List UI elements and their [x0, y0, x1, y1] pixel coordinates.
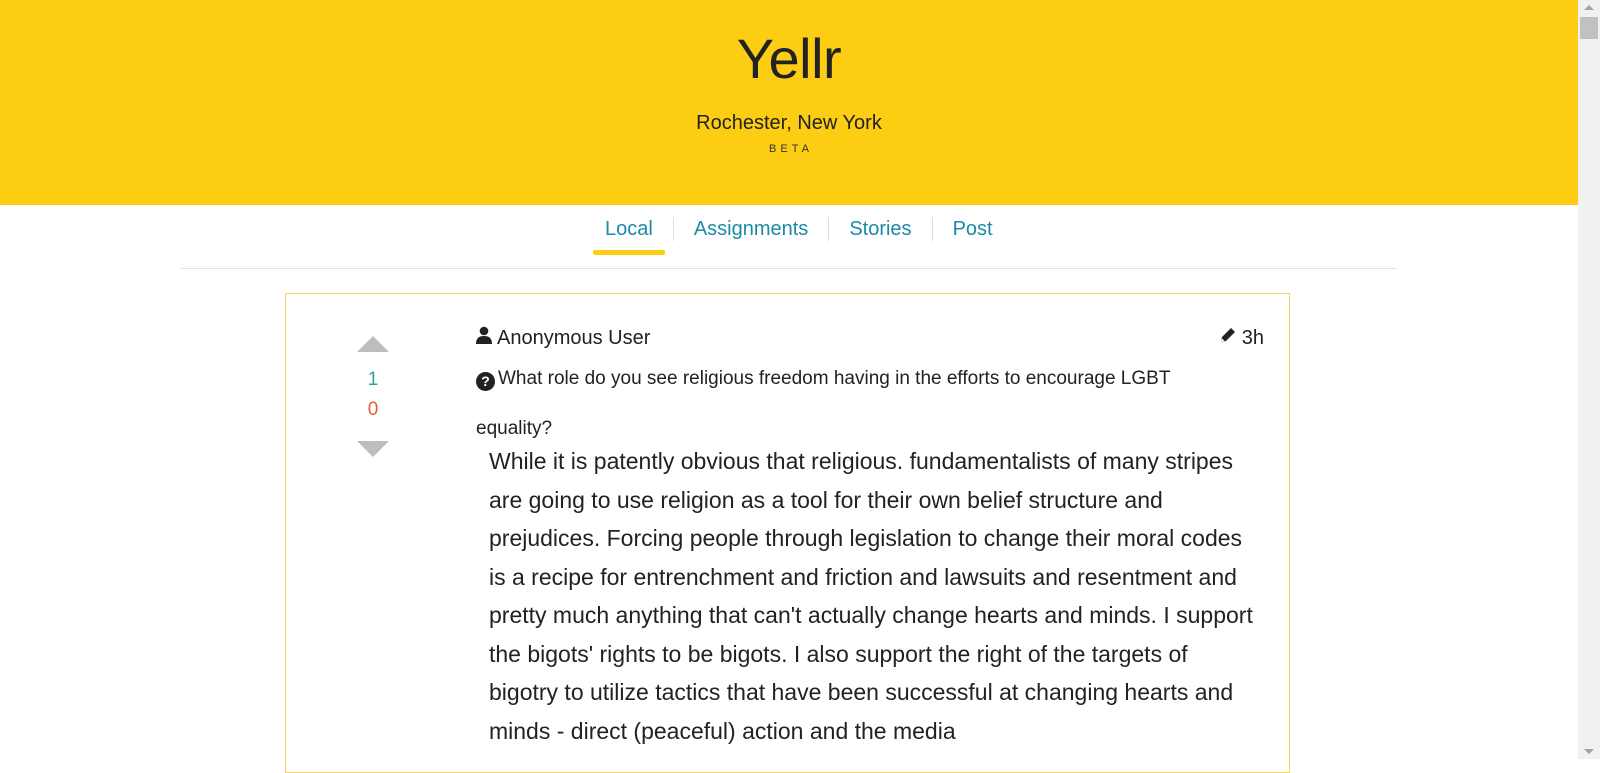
question-circle-icon: ?: [476, 372, 495, 391]
pencil-icon: [1219, 324, 1237, 352]
post-author: Anonymous User: [476, 324, 650, 352]
author-name: Anonymous User: [497, 327, 651, 349]
tab-stories[interactable]: Stories: [837, 217, 923, 241]
downvote-count: 0: [367, 399, 379, 420]
post-card: 1 0 Anonymous User 3h ? What role do you …: [285, 293, 1290, 773]
post-time: 3h: [1219, 324, 1264, 352]
location-label: Rochester, New York: [696, 112, 882, 134]
vote-widget: 1 0: [356, 336, 390, 457]
nav-divider-line: [181, 268, 1397, 269]
site-title[interactable]: Yellr: [0, 26, 1578, 92]
nav-divider: [672, 217, 674, 241]
post-meta: Anonymous User 3h: [476, 324, 1264, 352]
time-ago: 3h: [1241, 327, 1264, 349]
beta-badge: BETA: [769, 143, 813, 155]
question-text: What role do you see religious freedom h…: [476, 368, 1171, 439]
post-question: ? What role do you see religious freedom …: [476, 354, 1236, 454]
scroll-down-icon[interactable]: [1584, 749, 1594, 754]
upvote-arrow-icon[interactable]: [357, 336, 389, 352]
page-scrollbar[interactable]: [1578, 0, 1600, 759]
user-icon: [476, 324, 492, 352]
tab-local[interactable]: Local: [593, 217, 665, 255]
site-header: Yellr Rochester, New York BETA: [0, 0, 1578, 205]
scroll-up-icon[interactable]: [1584, 5, 1594, 10]
tab-assignments[interactable]: Assignments: [682, 217, 821, 241]
downvote-arrow-icon[interactable]: [357, 441, 389, 457]
scrollbar-thumb[interactable]: [1580, 17, 1598, 39]
nav-divider: [931, 217, 933, 241]
post-body: While it is patently obvious that religi…: [489, 448, 1253, 744]
nav-divider: [828, 217, 830, 241]
upvote-count: 1: [367, 369, 379, 390]
tab-post[interactable]: Post: [941, 217, 1005, 241]
main-nav: Local Assignments Stories Post: [0, 205, 1578, 269]
